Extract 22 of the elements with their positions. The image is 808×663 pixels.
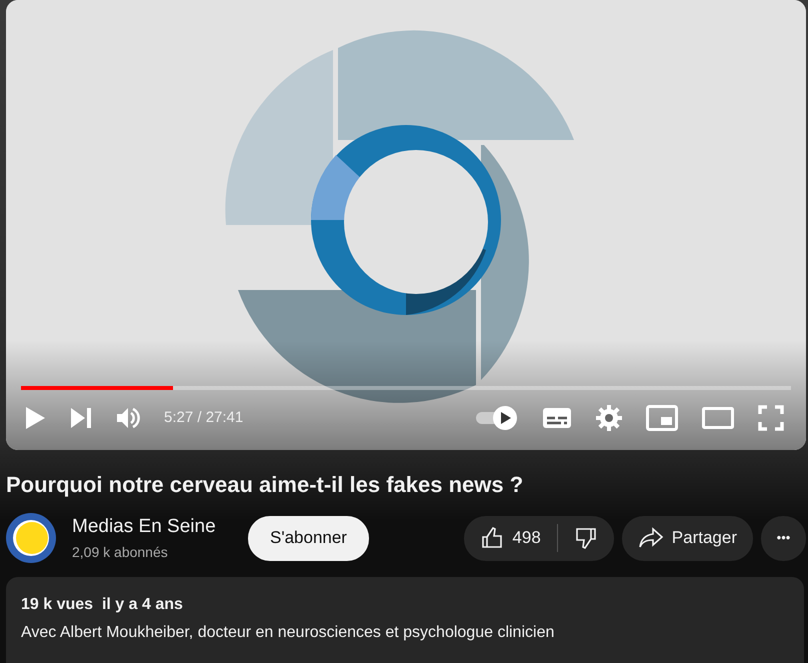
view-stats: 19 k vues il y a 4 ans [21, 595, 184, 615]
time-display: 5:27 / 27:41 [164, 408, 244, 428]
play-button[interactable] [24, 406, 46, 430]
description-panel[interactable]: 19 k vues il y a 4 ans Avec Albert Moukheiber, docteur en neurosciences et psychologue clinicien [6, 577, 804, 663]
subscriber-count: 2,09 k abonnés [72, 542, 169, 562]
more-button[interactable]: ••• [761, 516, 806, 560]
video-title: Pourquoi notre cerveau aime-t-il les fakes news ? [6, 471, 524, 499]
autoplay-toggle[interactable] [474, 405, 518, 431]
fullscreen-button[interactable] [758, 405, 784, 431]
share-arrow-icon [638, 527, 664, 549]
theater-mode-button[interactable] [702, 407, 734, 429]
share-button[interactable]: Partager [622, 516, 753, 560]
channel-avatar[interactable] [6, 513, 56, 563]
captions-button[interactable] [542, 406, 572, 430]
thumbs-up-icon [480, 526, 504, 550]
next-button[interactable] [70, 407, 92, 429]
thumbs-down-icon [574, 526, 598, 550]
miniplayer-button[interactable] [646, 405, 678, 431]
subscribe-button[interactable]: S'abonner [248, 516, 369, 560]
channel-name[interactable]: Medias En Seine [72, 513, 232, 542]
volume-button[interactable] [116, 407, 140, 429]
description-text: Avec Albert Moukheiber, docteur en neurosciences et psychologue clinicien [21, 623, 556, 643]
